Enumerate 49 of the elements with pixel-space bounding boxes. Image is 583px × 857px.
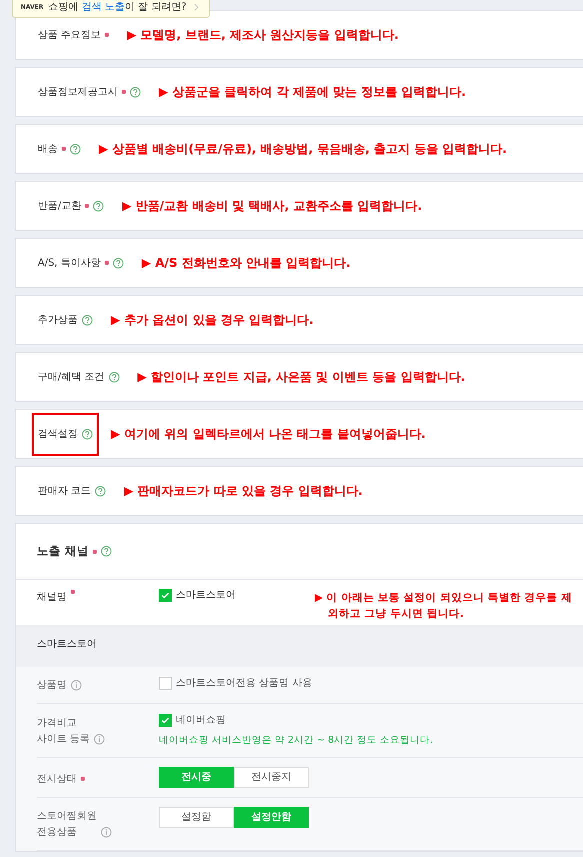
toggle-button[interactable]: 전시중지: [234, 767, 309, 788]
annotation-text: ▶ 추가 옵션이 있을 경우 입력합니다.: [111, 312, 314, 329]
help-icon[interactable]: [93, 200, 104, 212]
section-label: A/S, 특이사항: [38, 256, 101, 270]
info-icon[interactable]: [101, 827, 112, 838]
info-icon[interactable]: [71, 680, 82, 691]
section-label: 구매/혜택 조건: [38, 370, 105, 384]
panel-title: 스마트스토어: [37, 639, 97, 650]
field-label: 스토어찜회원 전용상품: [37, 810, 97, 840]
section-label: 추가상품: [38, 314, 78, 328]
section-label: 판매자 코드: [38, 484, 92, 498]
toggle-button[interactable]: 설정함: [159, 807, 234, 828]
annotation-text: ▶ 모델명, 브랜드, 제조사 원산지등을 입력합니다.: [127, 27, 399, 44]
section-label: 반품/교환: [38, 200, 82, 214]
annotation-text: ▶ 할인이나 포인트 지급, 사은품 및 이벤트 등을 입력합니다.: [138, 369, 466, 386]
help-icon[interactable]: [130, 86, 141, 98]
section-label: 상품정보제공고시: [38, 86, 118, 100]
annotation-text: ▶ A/S 전화번호와 안내를 입력합니다.: [142, 255, 351, 272]
annotation-text: ▶ 상품별 배송비(무료/유료), 배송방법, 묶음배송, 출고지 등을 입력합니다.: [99, 141, 508, 158]
hint-text: 네이버쇼핑 서비스반영은 약 2시간 ~ 8시간 정도 소요됩니다.: [159, 734, 434, 748]
help-icon[interactable]: [70, 144, 81, 154]
checkbox[interactable]: [159, 589, 172, 602]
chevron-right-icon[interactable]: [192, 3, 201, 12]
tooltip-text[interactable]: 쇼핑에 검색 노출이 잘 되려면?: [48, 0, 187, 15]
section-label: 상품 주요정보: [38, 28, 102, 42]
annotation-text: ▶ 상품군을 클릭하여 각 제품에 맞는 정보를 입력합니다.: [159, 84, 466, 101]
field-label: 채널명: [37, 591, 67, 605]
checkbox[interactable]: [159, 714, 172, 727]
annotation-text: ▶ 여기에 위의 일렉타르에서 나온 태그를 붙여넣어줍니다.: [111, 426, 426, 443]
checkbox-label: 네이버쇼핑: [176, 714, 226, 728]
section-label: 검색설정: [38, 428, 78, 442]
field-label: 가격비교 사이트 등록: [37, 717, 90, 748]
help-icon[interactable]: [95, 486, 106, 496]
annotation-text: ▶ 이 아래는 보통 설정이 되있으니 특별한 경우를 제외하고 그냥 두시면 됩니다.: [315, 591, 574, 621]
help-icon[interactable]: [101, 546, 112, 557]
field-label: 전시상태: [37, 773, 77, 788]
help-icon[interactable]: [82, 314, 93, 326]
checkbox[interactable]: [159, 677, 172, 690]
section-title: 노출 채널: [37, 542, 90, 560]
annotation-text: ▶ 판매자코드가 따로 있을 경우 입력합니다.: [124, 483, 363, 500]
checkbox-label: 스마트스토어전용 상품명 사용: [176, 677, 312, 691]
field-label: 상품명: [37, 679, 67, 693]
help-icon[interactable]: [108, 372, 120, 382]
checkbox-label: 스마트스토어: [176, 589, 236, 603]
annotation-text: ▶ 반품/교환 배송비 및 택배사, 교환주소를 입력합니다.: [122, 198, 422, 215]
help-icon[interactable]: [82, 428, 93, 440]
section-label: 배송: [38, 142, 58, 156]
info-icon[interactable]: [94, 734, 106, 746]
help-icon[interactable]: [112, 258, 124, 268]
